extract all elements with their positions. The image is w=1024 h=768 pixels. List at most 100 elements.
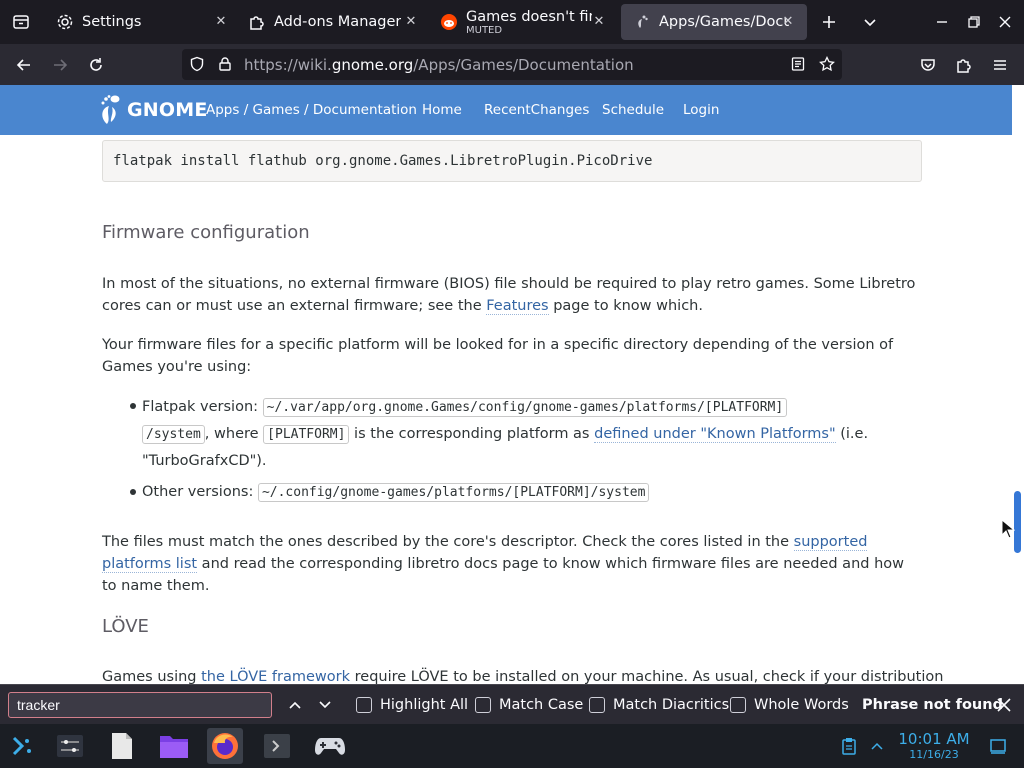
code-other-path: ~/.config/gnome-games/platforms/[PLATFOR…	[257, 483, 650, 502]
checkbox-box[interactable]	[475, 697, 491, 713]
find-bar: Highlight All Match Case Match Diacritic…	[0, 684, 1024, 724]
reader-view-icon	[791, 57, 805, 71]
extensions-button[interactable]	[951, 52, 977, 78]
show-desktop-button[interactable]	[982, 728, 1014, 764]
close-find-bar-button[interactable]	[994, 695, 1014, 715]
install-command: flatpak install flathub org.gnome.Games.…	[113, 153, 653, 169]
taskbar-firefox[interactable]	[207, 728, 243, 764]
application-launcher[interactable]	[4, 728, 40, 764]
reddit-icon	[440, 13, 458, 31]
nav-login[interactable]: Login	[683, 102, 719, 118]
clipboard-icon	[842, 738, 856, 755]
pocket-button[interactable]	[915, 52, 941, 78]
digital-clock[interactable]: 10:01 AM 11/16/23	[898, 731, 970, 763]
gnome-logo[interactable]: GNOME	[98, 93, 208, 127]
app-menu-button[interactable]	[987, 52, 1013, 78]
new-tab-button[interactable]	[816, 9, 842, 35]
checkbox-box[interactable]	[356, 697, 372, 713]
reload-button[interactable]	[83, 52, 109, 78]
checkbox-box[interactable]	[730, 697, 746, 713]
checkbox-label: Match Case	[499, 697, 584, 713]
taskbar-terminal[interactable]	[259, 728, 295, 764]
nav-schedule[interactable]: Schedule	[602, 102, 664, 118]
site-info-button[interactable]	[212, 51, 238, 77]
taskbar: 10:01 AM 11/16/23	[0, 724, 1024, 768]
settings-app-icon	[57, 735, 83, 757]
chevron-down-icon	[864, 19, 876, 27]
heading-love: LÖVE	[102, 616, 149, 637]
taskbar-system-settings[interactable]	[52, 728, 88, 764]
checkbox-label: Highlight All	[380, 697, 469, 713]
checkbox-whole-words[interactable]: Whole Words	[730, 697, 849, 713]
close-tab-icon[interactable]: ✕	[590, 13, 608, 31]
link-known-platforms[interactable]: defined under "Known Platforms"	[594, 426, 836, 443]
desktop-icon	[990, 739, 1006, 754]
text: , where	[204, 426, 264, 442]
taskbar-steam[interactable]	[312, 728, 348, 764]
find-next-button[interactable]	[314, 693, 336, 717]
text: Other versions:	[142, 484, 258, 500]
gnome-foot-icon	[101, 95, 120, 124]
close-window-button[interactable]	[992, 9, 1018, 35]
url-text[interactable]: https://wiki.gnome.org/Apps/Games/Docume…	[244, 56, 634, 74]
scrollbar-thumb[interactable]	[1014, 491, 1021, 553]
paragraph-love: Games using the LÖVE framework require L…	[102, 666, 943, 684]
restore-icon	[968, 16, 980, 28]
url-prefix: https://wiki.	[244, 56, 332, 74]
taskbar-text-editor[interactable]	[104, 728, 140, 764]
close-tab-icon[interactable]: ✕	[402, 13, 420, 31]
tab-gnome-wiki[interactable]: Apps/Games/Docum ✕	[621, 4, 807, 40]
gnome-foot-icon	[633, 13, 651, 31]
chevron-down-icon	[319, 701, 331, 709]
folder-icon	[160, 736, 188, 758]
site-header: GNOME Apps / Games / Documentation Home …	[0, 85, 1012, 135]
tab-muted-label: MUTED	[466, 24, 503, 36]
taskbar-file-manager[interactable]	[156, 728, 192, 764]
close-tab-icon[interactable]: ✕	[779, 13, 797, 31]
tracking-protection-button[interactable]	[184, 51, 210, 77]
minimize-button[interactable]	[929, 9, 955, 35]
chevron-up-icon	[289, 701, 301, 709]
link-love-framework[interactable]: the LÖVE framework	[201, 669, 351, 684]
restore-button[interactable]	[961, 9, 987, 35]
nav-home[interactable]: Home	[422, 102, 462, 118]
hamburger-menu-icon	[994, 60, 1006, 70]
code-system: /system	[142, 425, 205, 444]
forward-button[interactable]	[47, 52, 73, 78]
firefox-view-button[interactable]	[8, 9, 34, 35]
page-content: flatpak install flathub org.gnome.Games.…	[0, 135, 1012, 684]
tab-settings[interactable]: Settings ✕	[44, 4, 240, 40]
text: Games using	[102, 669, 202, 684]
checkbox-highlight-all[interactable]: Highlight All	[356, 697, 468, 713]
back-button[interactable]	[11, 52, 37, 78]
find-input[interactable]	[8, 692, 272, 718]
checkbox-match-diacritics[interactable]: Match Diacritics	[589, 697, 729, 713]
clipboard-tray[interactable]	[832, 728, 866, 764]
close-tab-icon[interactable]: ✕	[212, 13, 230, 31]
code-block: flatpak install flathub org.gnome.Games.…	[102, 140, 922, 182]
tab-addons[interactable]: Add-ons Manager ✕	[236, 4, 430, 40]
bookmark-button[interactable]	[814, 51, 840, 77]
find-status: Phrase not found	[862, 697, 1003, 713]
system-tray-expander[interactable]	[862, 728, 892, 764]
code-flatpak-path: ~/.var/app/org.gnome.Games/config/gnome-…	[262, 398, 788, 417]
breadcrumb[interactable]: Apps / Games / Documentation	[206, 102, 417, 118]
checkbox-match-case[interactable]: Match Case	[475, 697, 583, 713]
steamos-logo-icon	[12, 736, 31, 756]
tab-strip: Settings ✕ Add-ons Manager ✕ Games doesn…	[0, 0, 1024, 44]
star-icon	[819, 56, 835, 72]
clock-time: 10:01 AM	[898, 730, 970, 748]
reader-view-button[interactable]	[785, 51, 811, 77]
text: and read the corresponding libretro docs…	[102, 556, 904, 594]
shield-icon	[190, 56, 204, 72]
list-tabs-button[interactable]	[857, 9, 883, 35]
url-bar[interactable]: https://wiki.gnome.org/Apps/Games/Docume…	[182, 49, 842, 80]
tab-reddit[interactable]: Games doesn't find MUTED ✕	[428, 4, 618, 40]
tab-title: Apps/Games/Docum	[659, 14, 789, 30]
nav-recent-changes[interactable]: RecentChanges	[484, 102, 589, 118]
checkbox-box[interactable]	[589, 697, 605, 713]
scrollbar-track[interactable]	[1012, 85, 1024, 684]
link-features[interactable]: Features	[486, 298, 549, 315]
close-icon	[999, 16, 1011, 28]
find-previous-button[interactable]	[284, 693, 306, 717]
